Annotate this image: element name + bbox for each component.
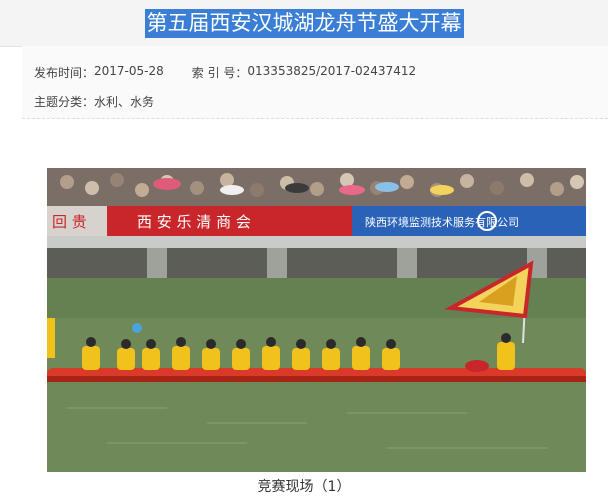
topic-value: 水利、水务 [94, 95, 155, 109]
photo-caption: 竞赛现场（1） [257, 479, 351, 495]
index-label: 索 引 号： [191, 66, 248, 80]
banner-left-partial: 回 贵 [52, 213, 87, 231]
dragon-boat-photo: 回 贵 西 安 乐 清 商 会 陕西环境监测技术服务有限公司 [47, 168, 586, 472]
publish-date: 2017-05-28 [94, 64, 164, 78]
banner-left-text: 西 安 乐 清 商 会 [137, 213, 251, 231]
meta-row-topic: 主题分类： 水利、水务 [34, 93, 154, 110]
topic-label: 主题分类： [34, 95, 95, 109]
publish-label: 发布时间： [34, 66, 95, 80]
title-bar: 第五届西安汉城湖龙舟节盛大开幕 [0, 0, 608, 47]
meta-row-publish: 发布时间： 2017-05-28 索 引 号： 013353825/2017-0… [34, 64, 416, 81]
article-photo: 回 贵 西 安 乐 清 商 会 陕西环境监测技术服务有限公司 [47, 168, 586, 472]
index-value: 013353825/2017-02437412 [247, 64, 417, 78]
article-meta: 发布时间： 2017-05-28 索 引 号： 013353825/2017-0… [22, 46, 608, 119]
article-title[interactable]: 第五届西安汉城湖龙舟节盛大开幕 [144, 8, 464, 38]
